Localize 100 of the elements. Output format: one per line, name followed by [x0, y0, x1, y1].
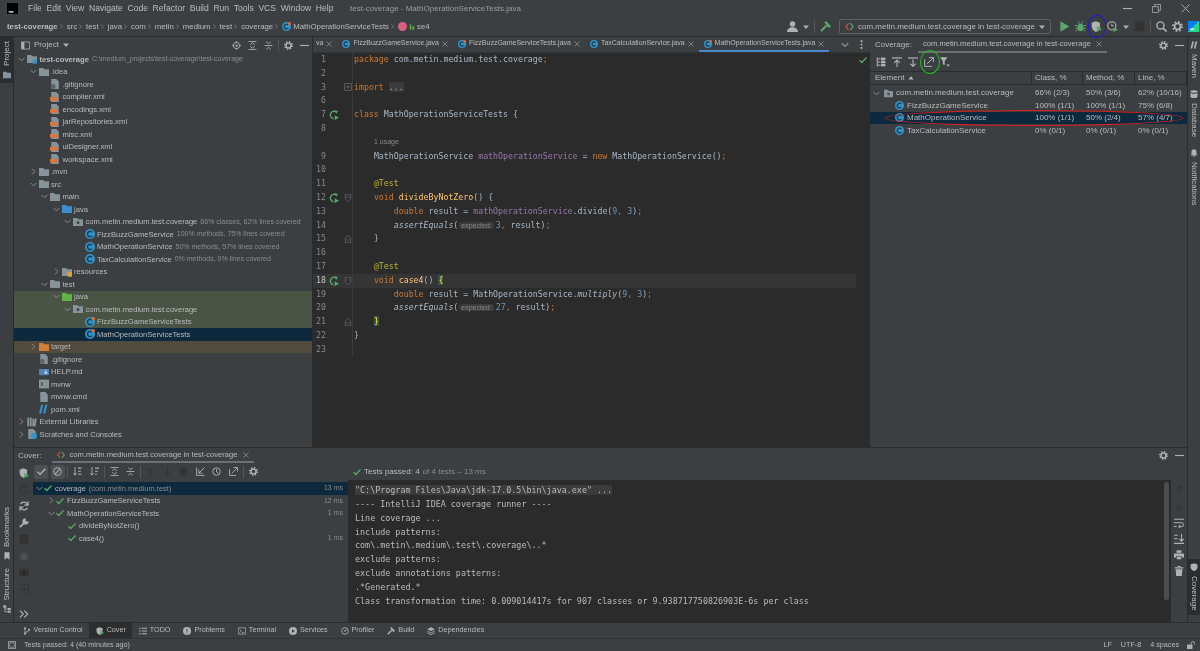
- chevron-right-icon[interactable]: [47, 497, 55, 505]
- tool-window-tab[interactable]: Coverage: [1188, 559, 1200, 615]
- restore-icon[interactable]: [1152, 4, 1161, 13]
- scrollbar-thumb[interactable]: [1164, 482, 1169, 600]
- clock-icon[interactable]: [212, 467, 221, 476]
- hierarchy-icon[interactable]: [876, 57, 886, 67]
- close-icon[interactable]: [687, 40, 694, 47]
- tool-window-tab[interactable]: Structure: [0, 563, 13, 617]
- tool-window-tab[interactable]: Project: [0, 37, 13, 83]
- table-row[interactable]: MathOperationService 100% (1/1) 50% (2/4) 57% (4/7): [870, 111, 1187, 125]
- square-icon[interactable]: [8, 641, 16, 649]
- lock-icon[interactable]: [1187, 641, 1195, 649]
- chevron-down-icon[interactable]: [841, 40, 849, 49]
- close-icon[interactable]: [442, 40, 448, 47]
- chevron-right-icon[interactable]: [18, 430, 25, 438]
- menu-item[interactable]: Tools: [233, 3, 254, 14]
- menu-item[interactable]: Run: [213, 3, 230, 14]
- chevron-down-icon[interactable]: [64, 305, 71, 313]
- search-icon[interactable]: [1156, 21, 1167, 32]
- settings-icon[interactable]: [1159, 40, 1168, 50]
- chevron-down-icon[interactable]: [29, 68, 37, 76]
- user-icon[interactable]: [787, 21, 799, 32]
- column-header[interactable]: Class, %: [1032, 72, 1083, 84]
- fold-marker-icon[interactable]: [344, 83, 352, 92]
- caret-down-icon[interactable]: [803, 23, 810, 30]
- tool-window-tab[interactable]: Notifications: [1188, 145, 1200, 210]
- run-icon[interactable]: [328, 110, 339, 121]
- chevron-right-icon[interactable]: [29, 168, 37, 176]
- close-icon[interactable]: [326, 40, 333, 47]
- wrench-icon[interactable]: [18, 517, 29, 528]
- menu-item[interactable]: Help: [315, 3, 334, 14]
- fold-marker-icon[interactable]: [344, 235, 352, 244]
- close-icon[interactable]: [573, 40, 580, 47]
- chevron-right-icon[interactable]: [52, 268, 60, 276]
- menu-item[interactable]: File: [28, 3, 42, 14]
- collapse-all-icon[interactable]: [126, 467, 135, 476]
- table-row[interactable]: TaxCalculationService 0% (0/1) 0% (0/1) 0% (0/1): [870, 124, 1187, 137]
- filter-icon[interactable]: [940, 57, 950, 67]
- chevron-down-icon[interactable]: [41, 280, 48, 288]
- chevron-down-icon[interactable]: [41, 193, 48, 201]
- column-header[interactable]: Element: [870, 72, 1032, 84]
- expand-all-icon[interactable]: [248, 40, 257, 50]
- chevron-down-icon[interactable]: [29, 180, 37, 188]
- soft-wrap-icon[interactable]: [1174, 517, 1184, 528]
- printer-icon[interactable]: [1174, 550, 1184, 561]
- collapse-all-icon[interactable]: [264, 40, 273, 50]
- settings-icon[interactable]: [1172, 21, 1183, 32]
- chevron-right-icon[interactable]: [29, 343, 37, 351]
- sort-icon[interactable]: [73, 467, 82, 476]
- chevron-down-icon[interactable]: [64, 218, 71, 226]
- import-arrow-icon[interactable]: [195, 467, 205, 476]
- close-icon[interactable]: [1181, 4, 1190, 13]
- panel-title[interactable]: Project: [34, 40, 59, 50]
- shield-play-icon[interactable]: [18, 468, 29, 478]
- chevron-right-icon[interactable]: [18, 418, 25, 426]
- caret-down-icon[interactable]: [1123, 23, 1129, 30]
- settings-icon[interactable]: [248, 467, 258, 476]
- expand-all-icon[interactable]: [109, 467, 119, 476]
- chevron-down-icon[interactable]: [18, 55, 25, 63]
- caret-down-icon[interactable]: [62, 42, 69, 48]
- settings-icon[interactable]: [1159, 451, 1168, 460]
- crosshair-icon[interactable]: [232, 40, 241, 50]
- menu-item[interactable]: Window: [280, 3, 312, 14]
- play-icon[interactable]: [1059, 21, 1070, 32]
- scroll-to-end-icon[interactable]: [1174, 533, 1184, 544]
- run-icon[interactable]: [328, 192, 339, 203]
- menu-item[interactable]: VCS: [258, 3, 277, 14]
- column-header[interactable]: Method, %: [1083, 72, 1135, 84]
- check-icon[interactable]: [859, 56, 867, 64]
- chevron-down-icon[interactable]: [35, 484, 43, 492]
- export-arrow-icon[interactable]: [228, 467, 238, 476]
- tool-window-tab[interactable]: Bookmarks: [0, 502, 13, 564]
- menu-item[interactable]: Navigate: [88, 3, 123, 14]
- export-arrow-icon[interactable]: [924, 57, 934, 67]
- run-configuration-dropdown[interactable]: com.metin.medium.test.coverage in test-coverage: [839, 19, 1051, 34]
- arrow-up-bar-icon[interactable]: [892, 57, 902, 67]
- shield-play-icon[interactable]: [1091, 21, 1102, 32]
- tool-window-tab[interactable]: Maven: [1188, 37, 1200, 82]
- chevron-down-icon[interactable]: [52, 293, 60, 301]
- sort-icon[interactable]: [89, 467, 99, 476]
- menu-item[interactable]: View: [65, 3, 85, 14]
- close-icon[interactable]: [818, 40, 825, 47]
- tool-window-tab[interactable]: Database: [1188, 86, 1200, 142]
- fold-marker-icon[interactable]: [344, 318, 352, 327]
- menu-item[interactable]: Build: [189, 3, 209, 14]
- close-icon[interactable]: [1095, 41, 1102, 47]
- trash-icon[interactable]: [1174, 566, 1184, 577]
- chevron-down-icon[interactable]: [52, 205, 60, 213]
- menu-item[interactable]: Edit: [46, 3, 62, 14]
- close-icon[interactable]: [242, 451, 249, 458]
- fold-marker-icon[interactable]: [344, 276, 352, 285]
- menu-item[interactable]: Refactor: [152, 3, 186, 14]
- cycle-arrows-icon[interactable]: [18, 501, 29, 511]
- chevron-down-icon[interactable]: [873, 89, 880, 97]
- table-row[interactable]: com.metin.medium.test.coverage 66% (2/3) 50% (3/6) 62% (10/16): [870, 87, 1187, 100]
- hammer-icon[interactable]: [820, 21, 832, 32]
- menu-item[interactable]: Code: [127, 3, 148, 14]
- settings-icon[interactable]: [284, 40, 293, 50]
- table-row[interactable]: FizzBuzzGameService 100% (1/1) 100% (1/1) 75% (6/8): [870, 99, 1187, 112]
- logo-icon[interactable]: [1188, 21, 1199, 32]
